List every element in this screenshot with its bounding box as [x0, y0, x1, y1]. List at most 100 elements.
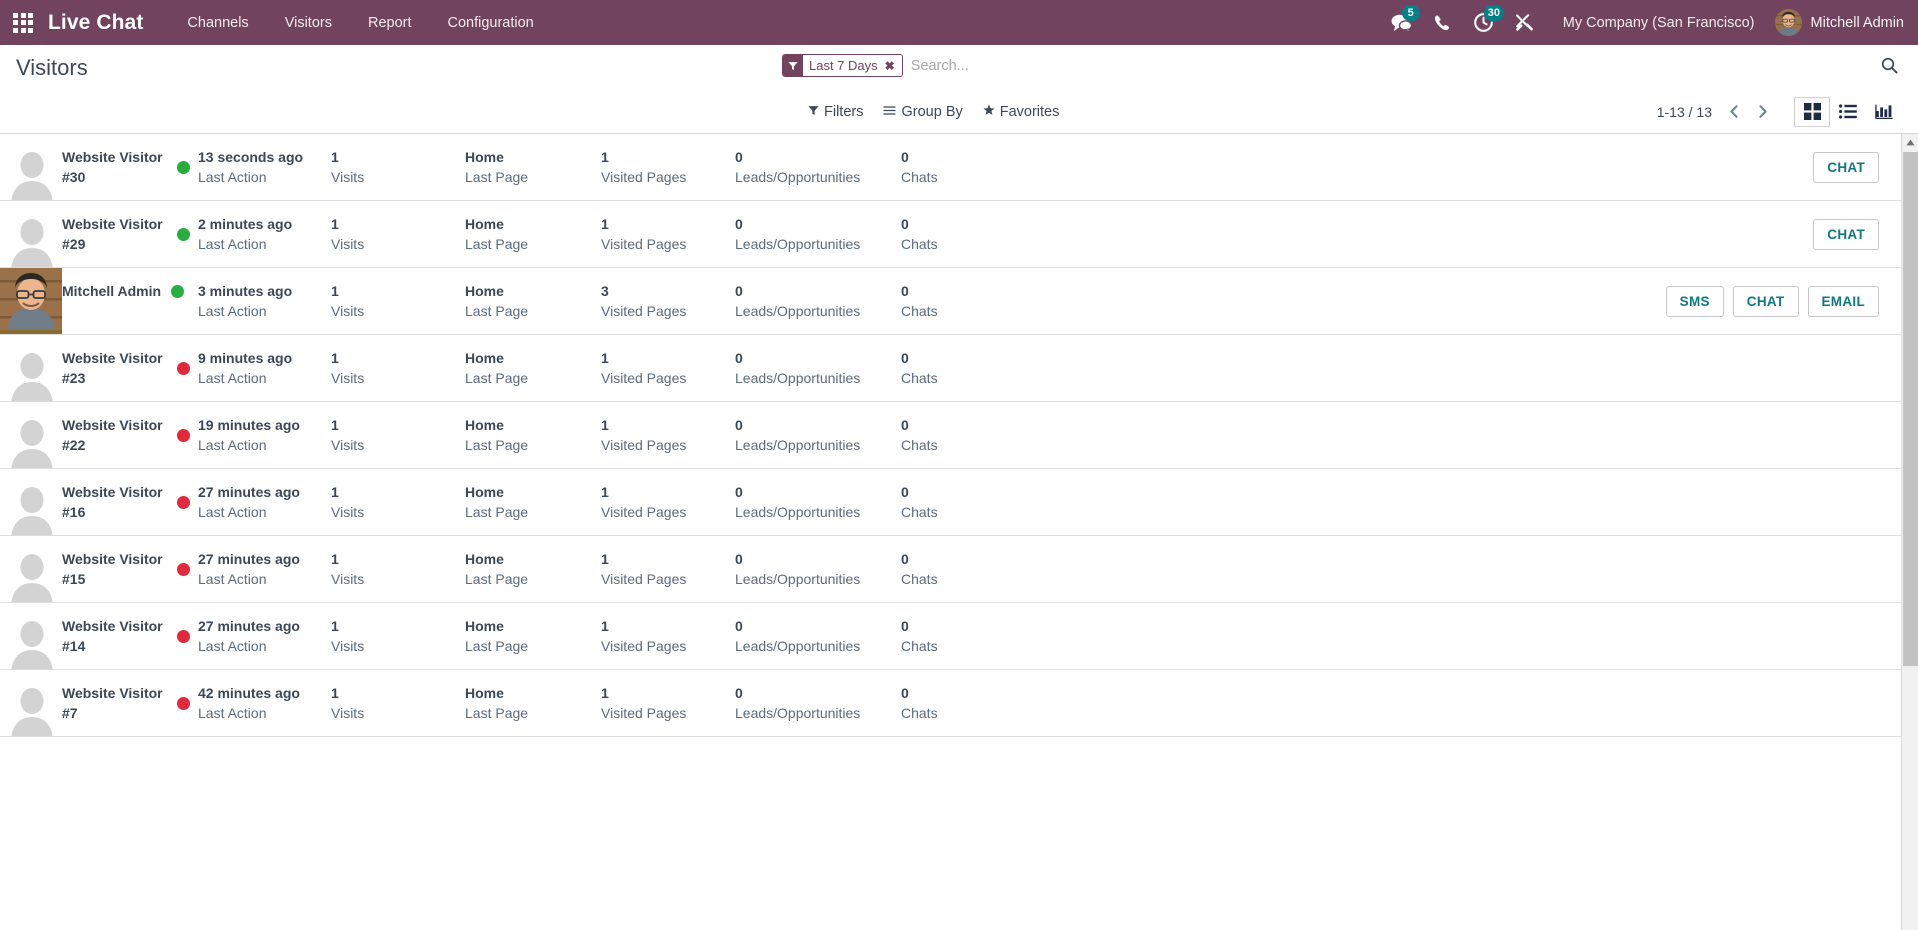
activities-badge: 30 [1483, 5, 1504, 21]
visitor-visited-pages-cell: 3 Visited Pages [601, 281, 735, 321]
visitor-last-page-cell: Home Last Page [465, 281, 601, 321]
menu-item-configuration[interactable]: Configuration [430, 3, 552, 43]
navbar-systray: 5 30 My Company (San Francisco) Mitchell… [1381, 0, 1918, 45]
visitor-visited-pages: 3 [601, 283, 609, 299]
avatar-placeholder-icon [11, 487, 53, 535]
pager-value[interactable]: 1-13 / 13 [1657, 104, 1720, 120]
messages-button[interactable]: 5 [1381, 0, 1422, 45]
visitor-last-action: 2 minutes ago [198, 216, 293, 232]
app-brand-livechat[interactable]: Live Chat [46, 11, 149, 35]
menu-item-channels[interactable]: Channels [169, 3, 266, 43]
visitor-row[interactable]: Website Visitor #22 19 minutes ago Last Ac… [0, 402, 1901, 469]
search-input[interactable] [902, 55, 1871, 76]
activities-button[interactable]: 30 [1463, 0, 1504, 45]
control-panel-right: 1-13 / 13 [1657, 96, 1902, 127]
visitor-last-action-label: Last Action [198, 437, 267, 453]
visitor-last-page-label: Last Page [465, 169, 529, 185]
visitor-visited-pages-cell: 1 Visited Pages [601, 147, 735, 187]
visitor-visits-cell: 1 Visits [331, 616, 465, 656]
messages-badge: 5 [1401, 5, 1420, 21]
pager-next-button[interactable] [1748, 98, 1776, 126]
avatar-placeholder-icon [11, 554, 53, 602]
user-menu[interactable]: Mitchell Admin [1771, 9, 1904, 36]
voip-phone-button[interactable] [1422, 0, 1463, 45]
sms-button[interactable]: SMS [1665, 285, 1724, 317]
visitor-visits-cell: 1 Visits [331, 281, 465, 321]
visitor-last-action: 3 minutes ago [198, 283, 293, 299]
visitor-row-body: Website Visitor #7 42 minutes ago Last Act… [62, 670, 1901, 736]
visitor-last-action-cell: 42 minutes ago Last Action [198, 683, 331, 723]
visitor-row[interactable]: Website Visitor #29 2 minutes ago Last Act… [0, 201, 1901, 268]
status-badge [177, 629, 190, 643]
visitor-last-action-label: Last Action [198, 303, 267, 319]
company-switcher[interactable]: My Company (San Francisco) [1545, 15, 1771, 31]
chat-button[interactable]: CHAT [1813, 218, 1879, 250]
visitor-last-page: Home [465, 149, 504, 165]
visitor-name-line: Website Visitor #22 [62, 415, 190, 455]
visitor-visits-cell: 1 Visits [331, 348, 465, 388]
vertical-scrollbar[interactable] [1901, 134, 1918, 930]
visitor-name-cell: Website Visitor #7 [62, 683, 198, 723]
visitor-leads-cell: 0 Leads/Opportunities [735, 348, 901, 388]
visitor-chats: 0 [901, 283, 909, 299]
filter-funnel-icon [783, 55, 803, 76]
avatar-placeholder-icon [11, 152, 53, 200]
visitor-name-cell: Website Visitor #30 [62, 147, 198, 187]
visitor-row[interactable]: Website Visitor #14 27 minutes ago Last Ac… [0, 603, 1901, 670]
view-button-graph[interactable] [1866, 97, 1902, 127]
visitor-last-page-cell: Home Last Page [465, 482, 601, 522]
visitor-row[interactable]: Mitchell Admin 3 minutes ago Last Action 1 V… [0, 268, 1901, 335]
visitor-row[interactable]: Website Visitor #7 42 minutes ago Last Act… [0, 670, 1901, 737]
debug-tools-icon [1515, 14, 1533, 31]
visitor-visits: 1 [331, 417, 339, 433]
close-icon[interactable]: ✖ [882, 55, 902, 76]
visitor-row[interactable]: Website Visitor #15 27 minutes ago Last Ac… [0, 536, 1901, 603]
visitor-chats: 0 [901, 484, 909, 500]
scrollbar-thumb[interactable] [1903, 152, 1918, 666]
visitor-visited-pages-label: Visited Pages [601, 705, 687, 721]
view-button-kanban[interactable] [1794, 96, 1830, 127]
visitor-last-action: 42 minutes ago [198, 685, 300, 701]
control-panel-top-row: Visitors Last 7 Days ✖ [16, 45, 1902, 90]
visitor-row[interactable]: Website Visitor #23 9 minutes ago Last Act… [0, 335, 1901, 402]
pager-previous-button[interactable] [1720, 98, 1748, 126]
search-icon[interactable] [1871, 57, 1902, 74]
apps-menu-button[interactable] [0, 0, 46, 45]
visitor-leads: 0 [735, 551, 743, 567]
filters-dropdown[interactable]: Filters [798, 100, 873, 124]
visitor-name-cell: Mitchell Admin [62, 281, 198, 301]
menu-item-visitors[interactable]: Visitors [267, 3, 350, 43]
email-button[interactable]: EMAIL [1807, 285, 1879, 317]
visitor-visited-pages-label: Visited Pages [601, 638, 687, 654]
chat-button[interactable]: CHAT [1732, 285, 1799, 317]
visitor-row[interactable]: Website Visitor #16 27 minutes ago Last Ac… [0, 469, 1901, 536]
visitor-last-page-cell: Home Last Page [465, 549, 601, 589]
search-facet-last-7-days[interactable]: Last 7 Days ✖ [782, 54, 903, 77]
view-switcher [1794, 96, 1902, 127]
visitor-leads-label: Leads/Opportunities [735, 236, 861, 252]
visitor-row[interactable]: Website Visitor #30 13 seconds ago Last Ac… [0, 134, 1901, 201]
status-badge [177, 160, 190, 174]
groupby-label: Group By [901, 103, 963, 120]
view-button-list[interactable] [1830, 97, 1866, 127]
visitor-name-cell: Website Visitor #22 [62, 415, 198, 455]
kanban-view-icon [1803, 103, 1821, 120]
chat-button[interactable]: CHAT [1813, 151, 1879, 183]
visitor-leads-cell: 0 Leads/Opportunities [735, 549, 901, 589]
visitor-last-action-cell: 19 minutes ago Last Action [198, 415, 331, 455]
visitor-last-page-cell: Home Last Page [465, 214, 601, 254]
groupby-dropdown[interactable]: Group By [873, 100, 972, 124]
visitor-last-action: 19 minutes ago [198, 417, 300, 433]
visitor-name-cell: Website Visitor #15 [62, 549, 198, 589]
visitor-name-line: Website Visitor #30 [62, 147, 190, 187]
menu-item-report[interactable]: Report [350, 3, 430, 43]
debug-tools-button[interactable] [1504, 0, 1545, 45]
visitor-last-page: Home [465, 350, 504, 366]
visitor-row-body: Website Visitor #22 19 minutes ago Last Ac… [62, 402, 1901, 468]
scroll-up-button[interactable] [1902, 134, 1918, 151]
visitor-leads-cell: 0 Leads/Opportunities [735, 616, 901, 656]
favorites-dropdown[interactable]: Favorites [973, 100, 1070, 124]
visitor-name-line: Website Visitor #23 [62, 348, 190, 388]
phone-icon [1435, 14, 1450, 30]
row-actions: SMS CHAT EMAIL [1656, 285, 1901, 317]
